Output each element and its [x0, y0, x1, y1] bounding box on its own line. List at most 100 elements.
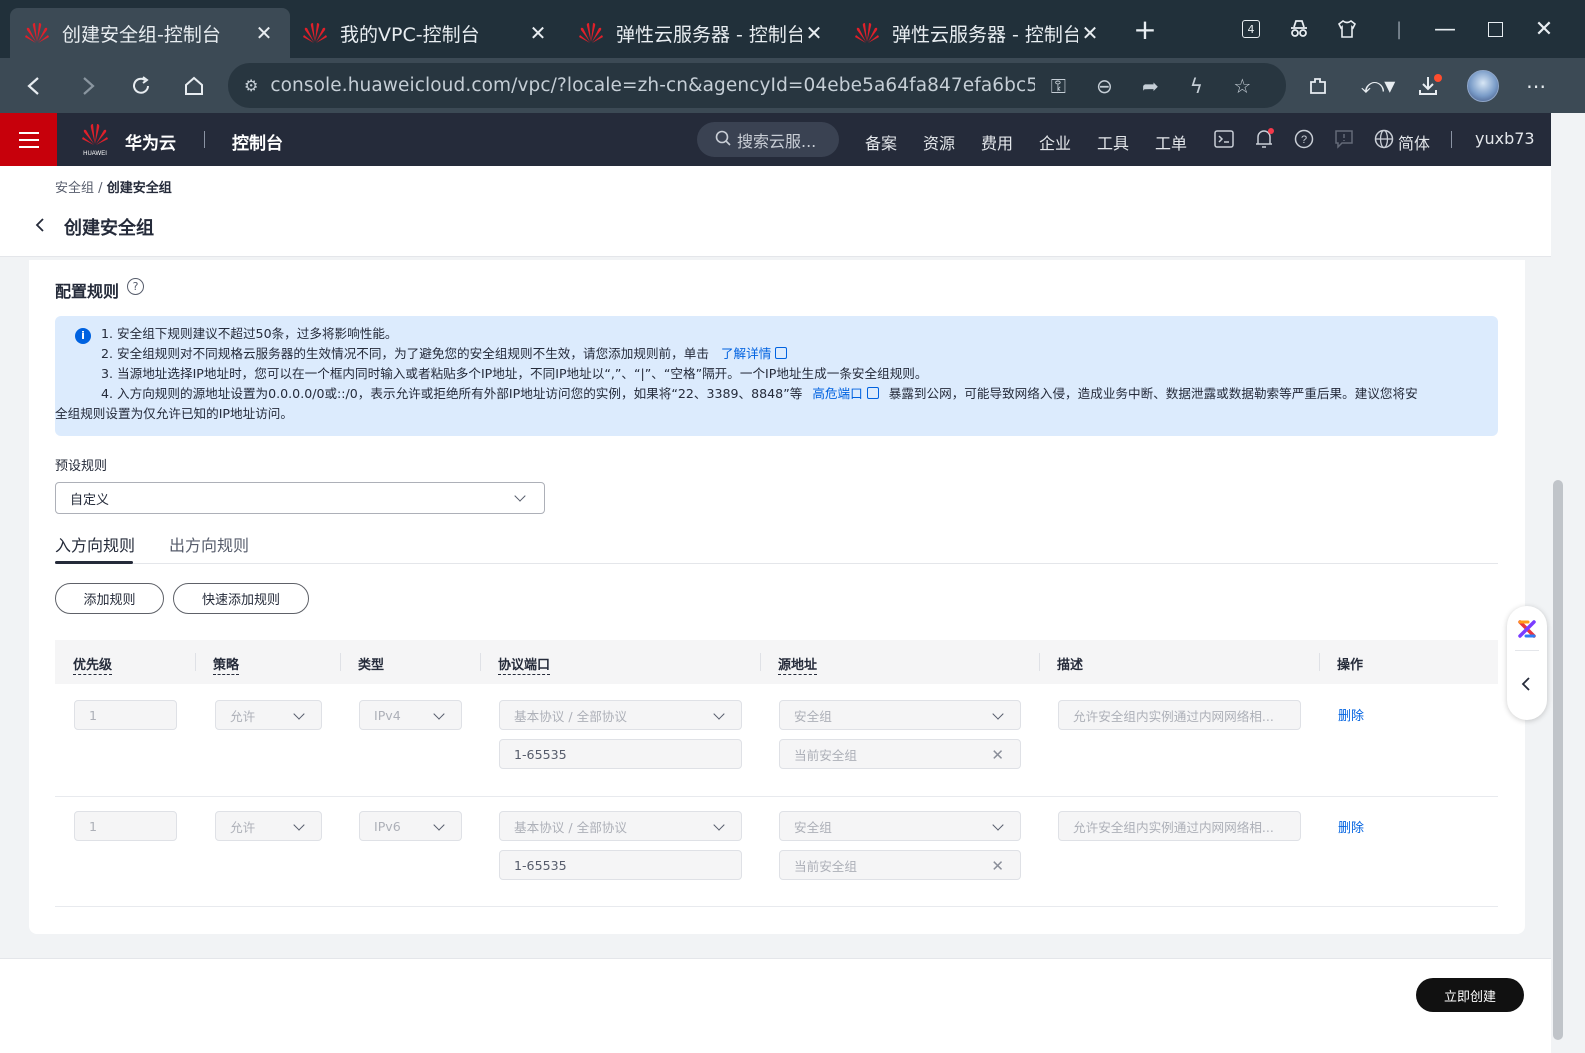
question-icon[interactable]: ? — [127, 278, 144, 295]
extensions-icon[interactable] — [1300, 68, 1336, 104]
more-menu-icon[interactable]: ⋯ — [1518, 68, 1554, 104]
console-link[interactable]: 控制台 — [232, 129, 283, 154]
feedback-icon[interactable] — [1333, 128, 1355, 150]
chevron-down-icon — [293, 708, 305, 720]
type-select[interactable]: IPv4 — [359, 700, 462, 730]
nav-tickets[interactable]: 工单 — [1155, 130, 1187, 154]
new-tab-button[interactable]: + — [1128, 13, 1162, 46]
collapse-chevron-left-icon[interactable] — [1521, 676, 1531, 696]
search-icon — [715, 130, 731, 150]
user-menu[interactable]: yuxb73 — [1475, 129, 1535, 148]
policy-select[interactable]: 允许 — [215, 700, 322, 730]
tab-close-icon[interactable]: ✕ — [526, 21, 550, 45]
delete-rule-link[interactable]: 删除 — [1338, 705, 1364, 724]
port-input[interactable]: 1-65535 — [499, 850, 742, 880]
scrollbar-thumb[interactable] — [1553, 480, 1563, 1040]
preset-rule-select[interactable]: 自定义 — [55, 482, 545, 514]
home-icon[interactable] — [176, 68, 212, 104]
clear-icon[interactable]: ✕ — [991, 746, 1004, 764]
breadcrumb-parent[interactable]: 安全组 — [55, 181, 94, 196]
description-input[interactable]: 允许安全组内实例通过内网网络相... — [1058, 700, 1301, 730]
tab-outbound[interactable]: 出方向规则 — [169, 532, 249, 556]
nav-tools[interactable]: 工具 — [1097, 130, 1129, 154]
priority-input[interactable]: 1 — [74, 811, 177, 841]
source-type-select[interactable]: 安全组 — [779, 700, 1021, 730]
share-icon[interactable]: ➦ — [1127, 74, 1173, 98]
profile-avatar[interactable] — [1465, 68, 1501, 104]
protocol-select[interactable]: 基本协议 / 全部协议 — [499, 700, 742, 730]
notice-line-1: 1. 安全组下规则建议不超过50条，过多将影响性能。 — [101, 326, 398, 341]
nav-beian[interactable]: 备案 — [865, 130, 897, 154]
back-arrow-icon[interactable] — [34, 215, 46, 239]
browser-tab-2[interactable]: 我的VPC-控制台 ✕ — [288, 8, 564, 58]
policy-select[interactable]: 允许 — [215, 811, 322, 841]
tab-count-button[interactable]: 4 — [1234, 14, 1268, 44]
learn-more-link[interactable]: 了解详情 — [721, 346, 771, 361]
clear-icon[interactable]: ✕ — [991, 857, 1004, 875]
address-bar[interactable]: ⚙ console.huaweicloud.com/vpc/?locale=zh… — [228, 63, 1286, 108]
key-icon[interactable]: ⚿ — [1035, 74, 1081, 98]
huawei-logo-icon[interactable]: HUAWEI — [80, 122, 110, 158]
source-type-select[interactable]: 安全组 — [779, 811, 1021, 841]
source-select[interactable]: 当前安全组 ✕ — [779, 739, 1021, 769]
svg-text:HUAWEI: HUAWEI — [83, 151, 107, 157]
browser-tab-4[interactable]: 弹性云服务器 - 控制台 ✕ — [840, 8, 1116, 58]
nav-resources[interactable]: 资源 — [923, 130, 955, 154]
reload-icon[interactable] — [123, 68, 159, 104]
high-risk-port-link[interactable]: 高危端口 — [812, 386, 862, 401]
external-link-icon[interactable] — [866, 387, 879, 399]
protocol-value: 基本协议 / 全部协议 — [514, 708, 627, 724]
help-icon[interactable]: ? — [1293, 128, 1315, 150]
lightning-icon[interactable]: ϟ — [1173, 74, 1219, 98]
add-rule-button[interactable]: 添加规则 — [55, 583, 164, 614]
download-icon[interactable] — [1412, 68, 1448, 104]
forward-icon[interactable] — [70, 68, 106, 104]
source-select[interactable]: 当前安全组 ✕ — [779, 850, 1021, 880]
delete-rule-link[interactable]: 删除 — [1338, 817, 1364, 836]
menu-icon[interactable] — [0, 113, 57, 166]
column-separator — [760, 653, 761, 671]
notice-line-5: 全组规则设置为仅允许已知的IP地址访问。 — [55, 406, 293, 421]
protocol-select[interactable]: 基本协议 / 全部协议 — [499, 811, 742, 841]
assistant-logo-icon[interactable] — [1516, 618, 1538, 644]
url-text[interactable]: console.huaweicloud.com/vpc/?locale=zh-c… — [270, 75, 1035, 96]
zoom-out-icon[interactable]: ⊖ — [1081, 74, 1127, 98]
search-input[interactable]: 搜索云服... — [697, 122, 839, 157]
external-link-icon[interactable] — [775, 347, 788, 359]
type-select[interactable]: IPv6 — [359, 811, 462, 841]
maximize-icon[interactable] — [1478, 14, 1512, 44]
nav-billing[interactable]: 费用 — [981, 130, 1013, 154]
browser-tab-3[interactable]: 弹性云服务器 - 控制台 ✕ — [564, 8, 840, 58]
globe-icon[interactable] — [1373, 128, 1395, 150]
description-input[interactable]: 允许安全组内实例通过内网网络相... — [1058, 811, 1301, 841]
huawei-logo-icon — [578, 22, 604, 44]
row-divider — [55, 796, 1498, 797]
site-settings-icon[interactable]: ⚙ — [244, 76, 258, 95]
create-now-button[interactable]: 立即创建 — [1416, 978, 1524, 1012]
info-icon: i — [75, 328, 91, 344]
chevron-down-icon — [293, 819, 305, 831]
priority-input[interactable]: 1 — [74, 700, 177, 730]
star-icon[interactable]: ☆ — [1219, 74, 1265, 98]
notification-bell-icon[interactable] — [1253, 128, 1275, 150]
tab-close-icon[interactable]: ✕ — [252, 21, 276, 45]
history-back-icon[interactable]: ⤺▾ — [1356, 68, 1400, 104]
tab-close-icon[interactable]: ✕ — [802, 21, 826, 45]
col-description: 描述 — [1057, 658, 1084, 673]
cloud-shell-icon[interactable] — [1213, 128, 1235, 150]
close-window-icon[interactable]: ✕ — [1527, 14, 1561, 44]
tab-inbound[interactable]: 入方向规则 — [55, 532, 135, 556]
language-switch[interactable]: 简体 — [1398, 130, 1430, 154]
nav-enterprise[interactable]: 企业 — [1039, 130, 1071, 154]
incognito-icon[interactable] — [1282, 14, 1316, 44]
browser-tab-1[interactable]: 创建安全组-控制台 ✕ — [10, 8, 290, 58]
back-icon[interactable] — [16, 68, 52, 104]
extensions-shirt-icon[interactable] — [1330, 14, 1364, 44]
quick-add-rule-button[interactable]: 快速添加规则 — [173, 583, 309, 614]
brand-name[interactable]: 华为云 — [125, 129, 176, 154]
port-input[interactable]: 1-65535 — [499, 739, 742, 769]
table-header: 优先级 策略 类型 协议端口 源地址 描述 操作 — [55, 640, 1498, 684]
column-separator — [1319, 653, 1320, 671]
tab-close-icon[interactable]: ✕ — [1078, 21, 1102, 45]
minimize-icon[interactable]: — — [1428, 14, 1462, 44]
